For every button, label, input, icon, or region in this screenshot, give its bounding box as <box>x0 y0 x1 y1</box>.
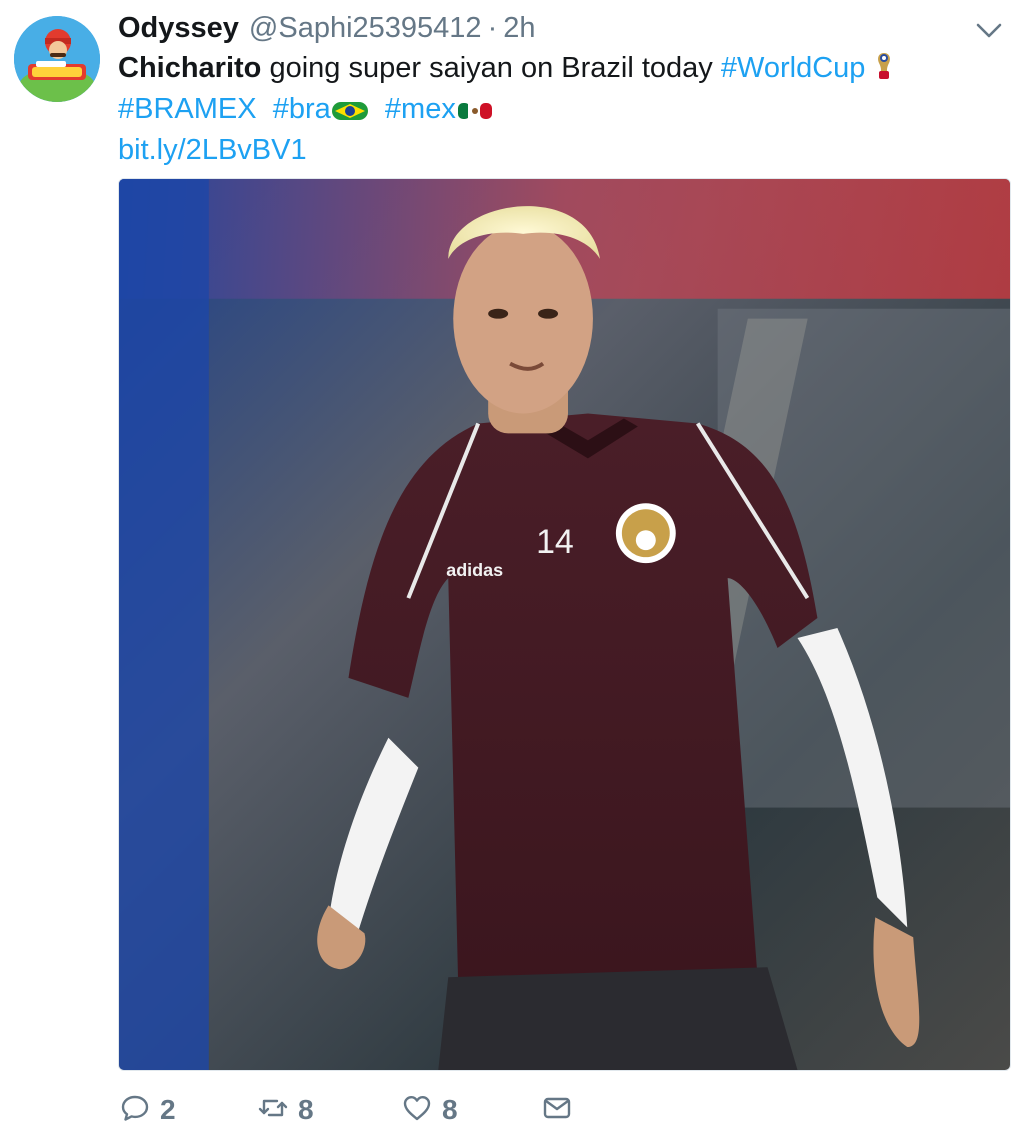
like-count: 8 <box>442 1094 458 1125</box>
tweet-header: Odyssey @Saphi25395412 · 2h <box>118 12 536 46</box>
like-button[interactable]: 8 <box>402 1093 458 1128</box>
mario-avatar-image <box>14 16 100 102</box>
tweet-text-body: going super saiyan on Brazil today <box>261 52 721 84</box>
hashtag-bramex[interactable]: #BRAMEX <box>118 93 257 125</box>
heart-icon <box>402 1093 432 1128</box>
world-cup-emoji <box>873 51 895 91</box>
tweet-timestamp[interactable]: 2h <box>503 12 535 45</box>
hashtag-mex[interactable]: #mex <box>385 93 456 125</box>
retweet-count: 8 <box>298 1094 314 1125</box>
tweet-photo[interactable]: 14 adidas <box>118 178 1011 1071</box>
tweet-text-bold: Chicharito <box>118 52 262 84</box>
hashtag-bra[interactable]: #bra <box>273 93 331 125</box>
retweet-icon <box>258 1093 288 1128</box>
jersey-brand: adidas <box>446 560 503 580</box>
tweet: Odyssey @Saphi25395412 · 2h Chicharito g… <box>0 0 1024 1139</box>
avatar[interactable] <box>14 16 100 102</box>
author-handle[interactable]: @Saphi25395412 <box>249 12 482 45</box>
envelope-icon <box>542 1093 572 1128</box>
reply-button[interactable]: 2 <box>120 1093 176 1128</box>
author-name[interactable]: Odyssey <box>118 12 239 45</box>
reply-icon <box>120 1093 150 1128</box>
tweet-link[interactable]: bit.ly/2LBvBV1 <box>118 134 307 166</box>
hashtag-worldcup[interactable]: #WorldCup <box>721 52 866 84</box>
brazil-flag-emoji <box>331 95 369 132</box>
tweet-actions: 2 8 8 <box>118 1090 998 1130</box>
direct-message-button[interactable] <box>542 1093 572 1128</box>
header-separator: · <box>487 12 498 44</box>
reply-count: 2 <box>160 1094 176 1125</box>
retweet-button[interactable]: 8 <box>258 1093 314 1128</box>
tweet-text: Chicharito going super saiyan on Brazil … <box>118 50 998 169</box>
player-photo: 14 adidas <box>119 179 1010 1070</box>
jersey-number: 14 <box>536 523 574 561</box>
mexico-flag-emoji <box>456 95 494 132</box>
chevron-down-icon[interactable] <box>974 20 1004 42</box>
